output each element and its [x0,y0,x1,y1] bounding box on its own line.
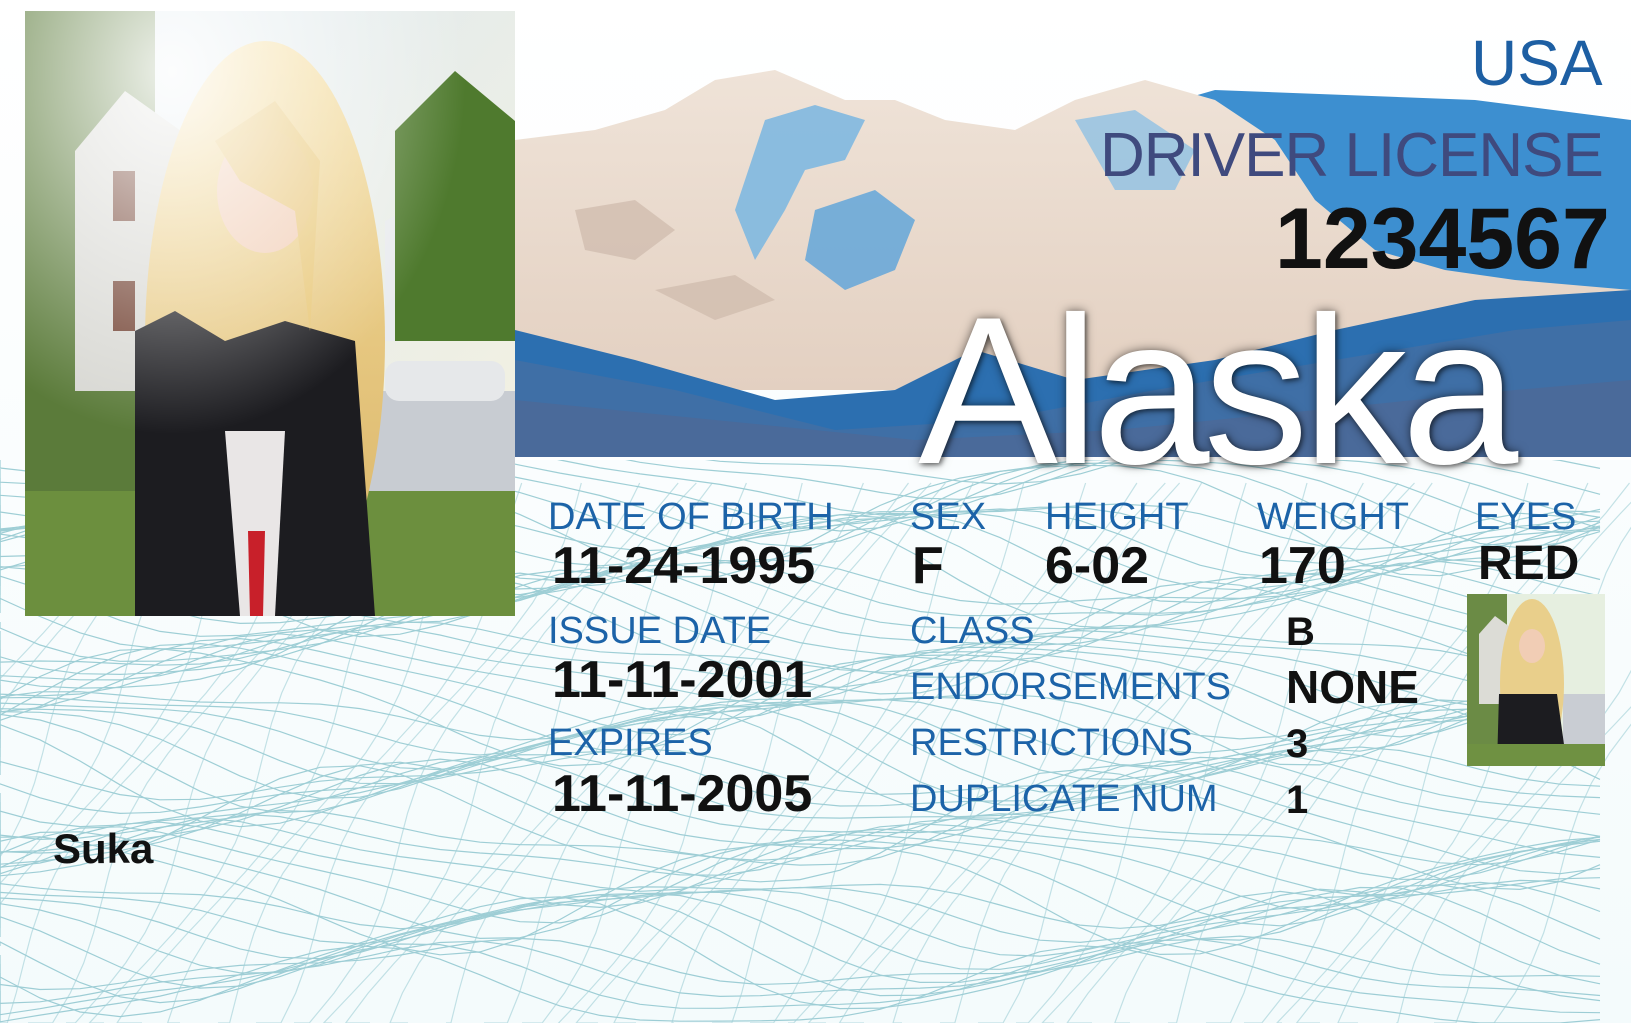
weight-label: WEIGHT [1257,496,1409,538]
expires-label: EXPIRES [548,722,713,764]
sex-value: F [912,537,944,595]
holder-signature: Suka [53,825,154,872]
eyes-value: RED [1478,537,1580,590]
height-value: 6-02 [1045,537,1150,595]
issue-date-label: ISSUE DATE [548,610,772,652]
holder-portrait-photo [25,11,515,616]
eyes-label: EYES [1475,496,1577,538]
country-label: USA [1471,27,1603,99]
class-value: B [1286,610,1315,654]
height-label: HEIGHT [1045,496,1189,538]
duplicate-num-value: 1 [1286,778,1309,822]
endorsements-value: NONE [1286,661,1419,713]
endorsements-label: ENDORSEMENTS [910,666,1231,708]
restrictions-label: RESTRICTIONS [910,722,1193,764]
class-label: CLASS [910,610,1035,652]
expires-value: 11-11-2005 [552,765,813,823]
driver-license-card: USA DRIVER LICENSE 1234567 Alaska DATE O… [0,0,1631,1023]
dob-value: 11-24-1995 [552,537,816,595]
holder-ghost-image [1467,594,1605,766]
issue-date-value: 11-11-2001 [552,651,813,709]
document-type-label: DRIVER LICENSE [1100,121,1604,190]
weight-value: 170 [1259,537,1346,595]
state-name: Alaska [918,273,1518,508]
duplicate-num-label: DUPLICATE NUM [910,778,1218,820]
sex-label: SEX [910,496,987,538]
restrictions-value: 3 [1286,722,1309,766]
dob-label: DATE OF BIRTH [548,496,834,538]
